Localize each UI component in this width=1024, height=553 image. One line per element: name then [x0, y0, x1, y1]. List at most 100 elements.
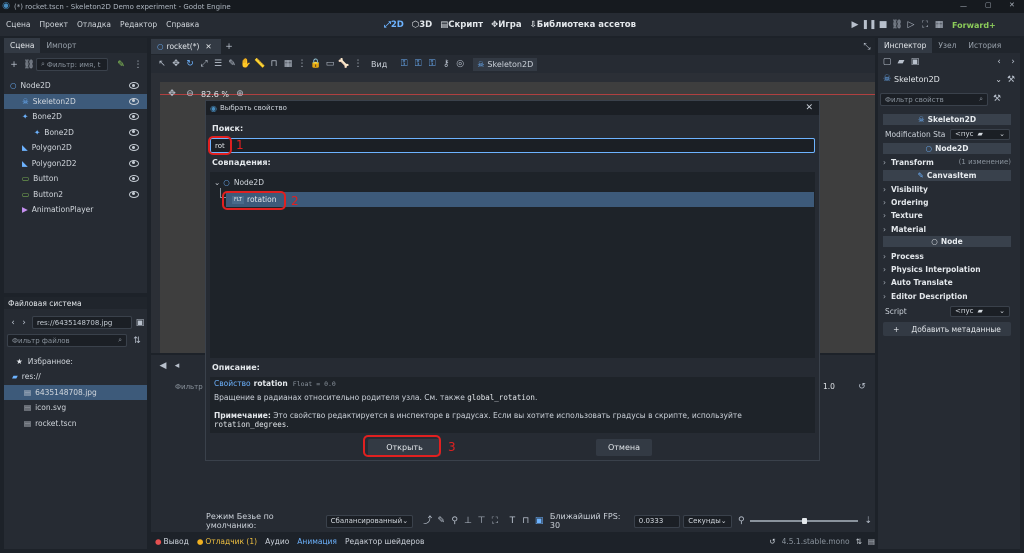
timeline-zoom-slider[interactable]: [750, 518, 858, 524]
file-tree-item[interactable]: ▰ res://: [4, 369, 147, 384]
menu-item-project[interactable]: Проект: [39, 20, 68, 29]
mode-2d-button[interactable]: ⤢ 2D: [384, 20, 404, 30]
save-resource-icon[interactable]: ▣: [908, 55, 922, 69]
forward-icon[interactable]: ›: [17, 316, 31, 330]
remote-debug-icon[interactable]: ⛓: [890, 18, 904, 32]
tab-rocket[interactable]: ○ rocket(*) ✕: [151, 39, 221, 54]
skeleton-bones-icon[interactable]: 🦴: [337, 57, 351, 71]
cancel-button[interactable]: Отмена: [596, 439, 652, 456]
menu-item-debug[interactable]: Отладка: [77, 20, 111, 29]
property-filter-input[interactable]: Фильтр свойств ⌕: [880, 93, 988, 106]
note-ref-link[interactable]: rotation_degrees: [214, 420, 286, 429]
pause-icon[interactable]: ❚❚: [861, 18, 876, 32]
snap-time-icon[interactable]: T: [506, 514, 519, 528]
tab-history[interactable]: История: [962, 38, 1007, 53]
list-select-icon[interactable]: ☰: [211, 57, 225, 71]
scene-tree-item[interactable]: ▭ Button: [4, 171, 147, 186]
object-settings-icon[interactable]: ⚒: [1004, 73, 1018, 87]
zoom-timeline-icon[interactable]: ⚲: [735, 514, 748, 528]
history-icon[interactable]: ↺: [769, 537, 775, 546]
add-tab-icon[interactable]: +: [222, 40, 236, 54]
grid-snap-icon[interactable]: ▦: [281, 57, 295, 71]
add-node-icon[interactable]: +: [7, 58, 21, 72]
maximize-icon[interactable]: ▢: [985, 1, 992, 9]
new-resource-icon[interactable]: ▢: [880, 55, 894, 69]
section-physics-interpolation[interactable]: › Physics Interpolation: [883, 263, 1011, 275]
scene-tree-item[interactable]: ○ Node2D: [4, 78, 147, 93]
open-resource-icon[interactable]: ▰: [894, 55, 908, 69]
scale-tool-icon[interactable]: ⤢: [197, 57, 211, 71]
section-auto-translate[interactable]: › Auto Translate: [883, 276, 1011, 288]
tab-scene[interactable]: Сцена: [4, 38, 41, 53]
tab-shader-editor[interactable]: Редактор шейдеров: [345, 537, 424, 546]
menu-item-scene[interactable]: Сцена: [6, 20, 30, 29]
scene-tree-item[interactable]: ▶ AnimationPlayer: [4, 202, 147, 217]
mode-3d-button[interactable]: ⬡ 3D: [412, 20, 432, 30]
scene-filter-input[interactable]: ⌕ Фильтр: имя, t: [36, 58, 108, 71]
close-icon[interactable]: ✕: [805, 103, 813, 113]
filesystem-path-input[interactable]: res://6435148708.jpg: [32, 316, 132, 329]
more-icon[interactable]: ⋮: [351, 57, 365, 71]
play-backward-icon[interactable]: ◂: [170, 359, 184, 373]
close-icon[interactable]: ✕: [1009, 1, 1015, 9]
time-unit-select[interactable]: Секунды ⌄: [683, 514, 732, 528]
layout-icon[interactable]: ▤: [868, 537, 875, 546]
tab-animation[interactable]: Анимация: [297, 537, 337, 546]
property-settings-icon[interactable]: ⚒: [990, 92, 1004, 106]
zoom-handle-icon[interactable]: ✥: [165, 88, 179, 102]
match-item-rotation[interactable]: FLT rotation: [226, 192, 814, 207]
key-edit-icon[interactable]: ✎: [435, 514, 448, 528]
loop-icon[interactable]: ↺: [855, 380, 869, 394]
section-editor-description[interactable]: › Editor Description: [883, 290, 1011, 302]
scene-tree-item[interactable]: ☠ Skeleton2D: [4, 93, 147, 109]
lock-icon[interactable]: 🔒: [309, 57, 323, 71]
insert-key-icon[interactable]: ⚷: [439, 57, 453, 71]
slider-handle[interactable]: [802, 518, 808, 524]
scene-menu-icon[interactable]: ⋮: [131, 58, 145, 72]
smart-snap-icon[interactable]: ⊓: [267, 57, 281, 71]
pivot-tool-icon[interactable]: ✎: [225, 57, 239, 71]
skeleton-toolbar-button[interactable]: ☠ Skeleton2D: [473, 57, 538, 71]
section-visibility[interactable]: › Visibility: [883, 183, 1011, 195]
align-icon[interactable]: ⊥: [461, 514, 474, 528]
scene-tree-item[interactable]: ◣ Polygon2D2: [4, 156, 147, 171]
history-icon[interactable]: ↺: [1020, 55, 1024, 69]
fullscreen-icon[interactable]: ⤡: [860, 40, 874, 54]
mode-game-button[interactable]: ✥ Игра: [491, 20, 522, 30]
focus-icon[interactable]: ⛶: [488, 514, 501, 528]
close-tab-icon[interactable]: ✕: [205, 42, 211, 51]
mode-script-button[interactable]: ▤ Скрипт: [440, 20, 483, 30]
file-filter-input[interactable]: Фильтр файлов ⌕: [7, 334, 127, 347]
movie-icon[interactable]: ▦: [932, 18, 946, 32]
zoom-out-icon[interactable]: ⊖: [183, 88, 197, 102]
play-scene-icon[interactable]: ▷: [904, 18, 918, 32]
fps-icon[interactable]: ▣: [532, 514, 545, 528]
key-scale-icon[interactable]: ⚿: [425, 57, 439, 71]
snap-icon[interactable]: ⊓: [519, 514, 532, 528]
script-value[interactable]: <пус ▰ ⌄: [950, 305, 1010, 317]
view-menu[interactable]: Вид: [371, 60, 387, 69]
easing-icon[interactable]: ⤴: [421, 514, 434, 528]
inspector-object[interactable]: ☠ Skeleton2D ⌄: [880, 73, 1002, 85]
section-process[interactable]: › Process: [883, 250, 1011, 262]
stop-icon[interactable]: ■: [876, 18, 890, 32]
expand-bottom-icon[interactable]: ⇣: [862, 514, 875, 528]
visibility-eye-icon[interactable]: [129, 82, 139, 89]
play-icon[interactable]: ▶: [848, 18, 862, 32]
distribute-icon[interactable]: ⊤: [475, 514, 488, 528]
add-metadata-button[interactable]: + Добавить метаданные: [883, 322, 1011, 336]
file-tree-item[interactable]: ▤ icon.svg: [4, 400, 147, 415]
section-material[interactable]: › Material: [883, 223, 1011, 235]
menu-item-editor[interactable]: Редактор: [120, 20, 157, 29]
section-texture[interactable]: › Texture: [883, 209, 1011, 221]
move-tool-icon[interactable]: ✥: [169, 57, 183, 71]
modification-stack-value[interactable]: <пус ▰ ⌄: [950, 128, 1010, 140]
section-transform[interactable]: › Transform (1 изменение): [883, 156, 1011, 168]
tab-import[interactable]: Импорт: [40, 38, 82, 53]
group-icon[interactable]: ▭: [323, 57, 337, 71]
visibility-eye-icon[interactable]: [129, 97, 139, 105]
tab-output[interactable]: Вывод: [164, 537, 189, 546]
ruler-tool-icon[interactable]: 📏: [253, 57, 267, 71]
tab-debugger[interactable]: Отладчик (1): [205, 537, 257, 546]
file-tree-item[interactable]: ▤ rocket.tscn: [4, 416, 147, 431]
